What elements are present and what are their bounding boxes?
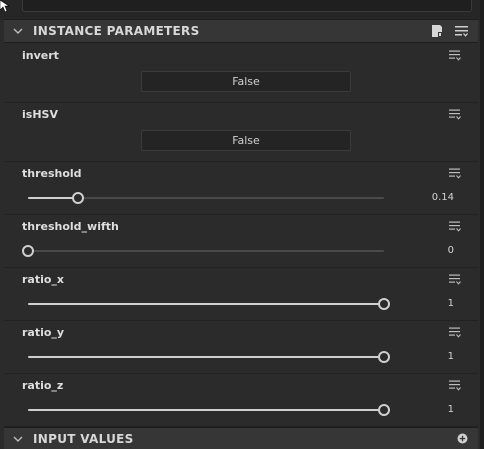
param-label: ratio_z (22, 379, 64, 392)
slider-fill (28, 303, 384, 305)
slider-handle[interactable] (378, 351, 390, 363)
param-menu-icon[interactable] (449, 274, 462, 285)
slider-value: 0.14 (431, 192, 454, 203)
param-menu-icon[interactable] (449, 168, 462, 179)
slider-handle[interactable] (378, 404, 390, 416)
param-menu-icon[interactable] (449, 327, 462, 338)
param-menu-icon[interactable] (449, 221, 462, 232)
previous-panel-edge (0, 0, 484, 20)
param-label: invert (22, 49, 59, 62)
slider-value: 1 (447, 351, 454, 362)
param-threshold: threshold 0.14 (4, 162, 478, 215)
param-ratio-x: ratio_x 1 (4, 268, 478, 321)
mouse-cursor-icon (0, 0, 10, 12)
param-ratio-z: ratio_z 1 (4, 374, 478, 427)
param-label: threshold_wifth (22, 220, 119, 233)
chevron-down-icon[interactable] (13, 26, 23, 36)
ratio-x-slider[interactable] (28, 298, 390, 310)
param-label: ratio_y (22, 326, 65, 339)
threshold-slider[interactable] (28, 192, 384, 204)
param-menu-icon[interactable] (449, 109, 462, 120)
param-label: threshold (22, 167, 82, 180)
slider-handle[interactable] (378, 298, 390, 310)
input-values-header[interactable]: INPUT VALUES (4, 427, 478, 449)
properties-panel: INSTANCE PARAMETERS invert False isHSV F… (0, 0, 484, 449)
section-title: INPUT VALUES (33, 432, 134, 446)
previous-field[interactable] (22, 0, 472, 12)
slider-value: 1 (447, 404, 454, 415)
add-icon[interactable] (457, 433, 468, 444)
ratio-y-slider[interactable] (28, 351, 390, 363)
slider-fill (28, 356, 384, 358)
invert-toggle-field[interactable]: False (141, 71, 351, 92)
ratio-z-slider[interactable] (28, 404, 390, 416)
slider-handle[interactable] (22, 245, 34, 257)
slider-fill (28, 409, 384, 411)
section-title: INSTANCE PARAMETERS (33, 24, 200, 38)
slider-handle[interactable] (72, 192, 84, 204)
param-label: isHSV (22, 108, 58, 121)
param-threshold-wifth: threshold_wifth 0 (4, 215, 478, 268)
param-menu-icon[interactable] (449, 380, 462, 391)
slider-fill (28, 197, 78, 199)
scrollbar-gutter[interactable] (480, 0, 484, 449)
param-ratio-y: ratio_y 1 (4, 321, 478, 374)
instance-parameters-header[interactable]: INSTANCE PARAMETERS (4, 19, 478, 43)
ishsv-toggle-field[interactable]: False (141, 130, 351, 151)
param-invert: invert False (4, 44, 478, 103)
save-preset-icon[interactable] (431, 24, 443, 38)
param-ishsv: isHSV False (4, 103, 478, 162)
param-menu-icon[interactable] (449, 50, 462, 61)
threshold-wifth-slider[interactable] (22, 245, 384, 257)
slider-value: 0 (447, 245, 454, 256)
slider-value: 1 (447, 298, 454, 309)
chevron-down-icon[interactable] (13, 434, 23, 444)
list-menu-icon[interactable] (455, 25, 468, 37)
param-label: ratio_x (22, 273, 65, 286)
